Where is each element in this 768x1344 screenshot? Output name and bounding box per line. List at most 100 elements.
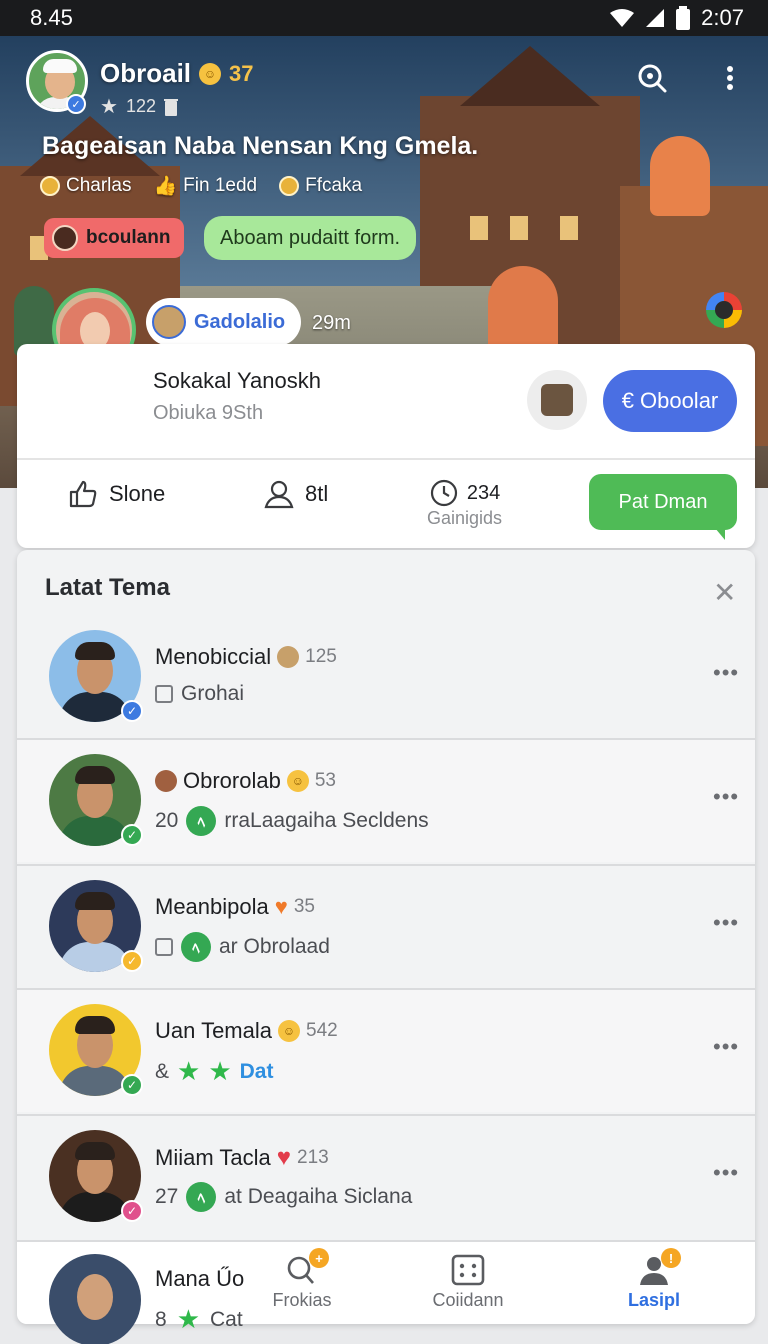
list-item[interactable]: ✓ Meanbipola ♥ 35 ﾍ ar Obrolaad ••• (17, 864, 755, 988)
meta-item[interactable]: 👍 Fin 1edd (153, 174, 257, 198)
avatar-hair (75, 766, 115, 784)
list-item-sub: ﾍ ar Obrolaad (155, 932, 330, 962)
hero-meta: Charlas 👍 Fin 1edd Ffcaka (40, 174, 362, 198)
speech-bubble[interactable]: Aboam pudaitt form. (204, 216, 417, 260)
like-action[interactable]: Slone (67, 478, 165, 510)
people-action[interactable]: 8tl (263, 478, 328, 510)
list-item-sub-text: Cat (210, 1307, 243, 1331)
smiley-emoji-icon: ☺ (286, 770, 309, 792)
card-divider (17, 458, 755, 460)
more-horiz-icon[interactable]: ••• (713, 910, 739, 936)
status-badge: ✓ (121, 1074, 143, 1096)
list-item-count: 53 (314, 770, 336, 791)
header-name: Obroail (100, 58, 192, 88)
card-thumbnail[interactable] (527, 370, 587, 430)
avatar-face (77, 1274, 113, 1320)
avatar-shirt (59, 692, 131, 722)
list-item-sub-text: Dat (239, 1059, 274, 1083)
follow-button[interactable]: € Oboolar (603, 370, 737, 432)
meta-item[interactable]: Charlas (40, 174, 131, 198)
status-badge: ✓ (121, 700, 143, 722)
hero-window (560, 216, 578, 240)
list-item-sub: 27 ﾍ at Deagaiha Siclana (155, 1182, 412, 1212)
coin-icon (279, 176, 300, 196)
clock-icon (430, 479, 457, 507)
message-button[interactable]: Pat Dman (589, 474, 737, 540)
list-item-sub-prefix: 20 (155, 809, 179, 832)
status-bar: 8.45 2:07 (0, 0, 768, 36)
list-avatar[interactable] (49, 1254, 141, 1344)
meta-item[interactable]: Ffcaka (279, 174, 362, 198)
header-sub-count: 122 (125, 96, 156, 116)
grid-icon (451, 1254, 485, 1286)
list-item-title: Obrorolab ☺ 53 (155, 768, 336, 794)
list-item-title: Uan Temala ☺ 542 (155, 1018, 338, 1044)
app-logo-icon[interactable] (706, 292, 742, 328)
meta-label: Charlas (66, 175, 132, 196)
more-horiz-icon[interactable]: ••• (713, 660, 739, 686)
list-item-sub-prefix: & (155, 1059, 170, 1083)
tag-icon: ﾍ (181, 932, 211, 962)
more-horiz-icon[interactable]: ••• (713, 1160, 739, 1186)
more-horiz-icon[interactable]: ••• (713, 784, 739, 810)
user-chip[interactable]: bcoulann (44, 218, 185, 258)
status-icons: 2:07 (609, 5, 744, 31)
tag-icon: ﾍ (186, 1182, 217, 1212)
avatar-shirt (59, 816, 131, 846)
hero-window (470, 216, 488, 240)
list-item-name: Uan Temala (155, 1018, 272, 1043)
message-button-label: Pat Dman (618, 490, 708, 513)
list-item[interactable]: ✓ Obrorolab ☺ 53 20 ﾍ rraLaagaiha Seclde… (17, 738, 755, 862)
close-icon[interactable]: ✕ (713, 576, 736, 609)
nav-badge: ! (661, 1248, 681, 1268)
more-vert-icon[interactable] (720, 62, 740, 94)
nav-item-frokias[interactable]: + Frokias (247, 1248, 357, 1311)
list-item-name: Meanbipola (155, 894, 269, 919)
avatar-emoji-icon (155, 770, 177, 792)
list-item-sub: & ★ ★ Dat (155, 1056, 273, 1087)
panel-title: Latat Tema (45, 574, 170, 601)
status-time-right: 2:07 (701, 5, 744, 30)
status-time-left: 8.45 (30, 5, 73, 30)
list-item-sub-prefix: 27 (155, 1185, 179, 1208)
star-icon: ★ (176, 1304, 200, 1334)
chip-avatar (52, 225, 78, 251)
heart-icon: ♥ (276, 1144, 291, 1171)
thumbs-up-icon (69, 480, 97, 508)
list-item-title: Meanbipola ♥ 35 (155, 894, 315, 920)
thumb-icon: 👍 (153, 176, 178, 197)
avatar-hair (75, 892, 115, 910)
profile-name-pill[interactable]: Gadolalio (146, 298, 302, 346)
euro-icon: € (621, 388, 634, 413)
list-item-name: Obrorolab (183, 768, 281, 793)
list-item-sub-text: rraLaagaiha Secldens (224, 809, 429, 832)
list-item[interactable]: ✓ Menobiccial 125 Grohai ••• (17, 616, 755, 740)
list-panel: Latat Tema ✕ ✓ Menobiccial 125 Grohai ••… (17, 550, 755, 1324)
time-action[interactable]: 234 Gainigids (427, 478, 502, 529)
list-item-name: Mana Űo (155, 1266, 245, 1291)
list-item-sub-text: ar Obrolaad (219, 935, 330, 958)
avatar-emoji-icon (277, 646, 300, 668)
hero-roof-center (460, 46, 600, 106)
list-item-sub-text: Grohai (181, 682, 245, 705)
list-item-sub-text: at Deagaiha Siclana (224, 1185, 413, 1208)
list-item[interactable]: ✓ Uan Temala ☺ 542 & ★ ★ Dat ••• (17, 988, 755, 1112)
header-title: Obroail ☺ 37 (100, 58, 254, 89)
signal-icon (646, 9, 665, 27)
nav-item-coiidann[interactable]: Coiidann (413, 1254, 523, 1311)
avatar-shirt (59, 1192, 131, 1222)
header-score: 37 (229, 60, 254, 86)
star-icon: ★ (208, 1056, 232, 1086)
list-item[interactable]: ✓ Miiam Tacla ♥ 213 27 ﾍ at Deagaiha Sic… (17, 1114, 755, 1238)
avatar-hair (75, 642, 115, 660)
nav-item-lasipl[interactable]: ! Lasipl (599, 1248, 709, 1311)
more-horiz-icon[interactable]: ••• (713, 1034, 739, 1060)
meta-label: Fin 1edd (183, 175, 258, 196)
avatar-cap (43, 59, 77, 73)
people-label: 8tl (305, 481, 329, 506)
avatar-shirt (59, 942, 131, 972)
battery-icon (676, 6, 691, 30)
pill-name: Gadolalio (194, 310, 286, 333)
list-item-count: 542 (306, 1020, 338, 1041)
search-icon[interactable] (636, 62, 668, 94)
